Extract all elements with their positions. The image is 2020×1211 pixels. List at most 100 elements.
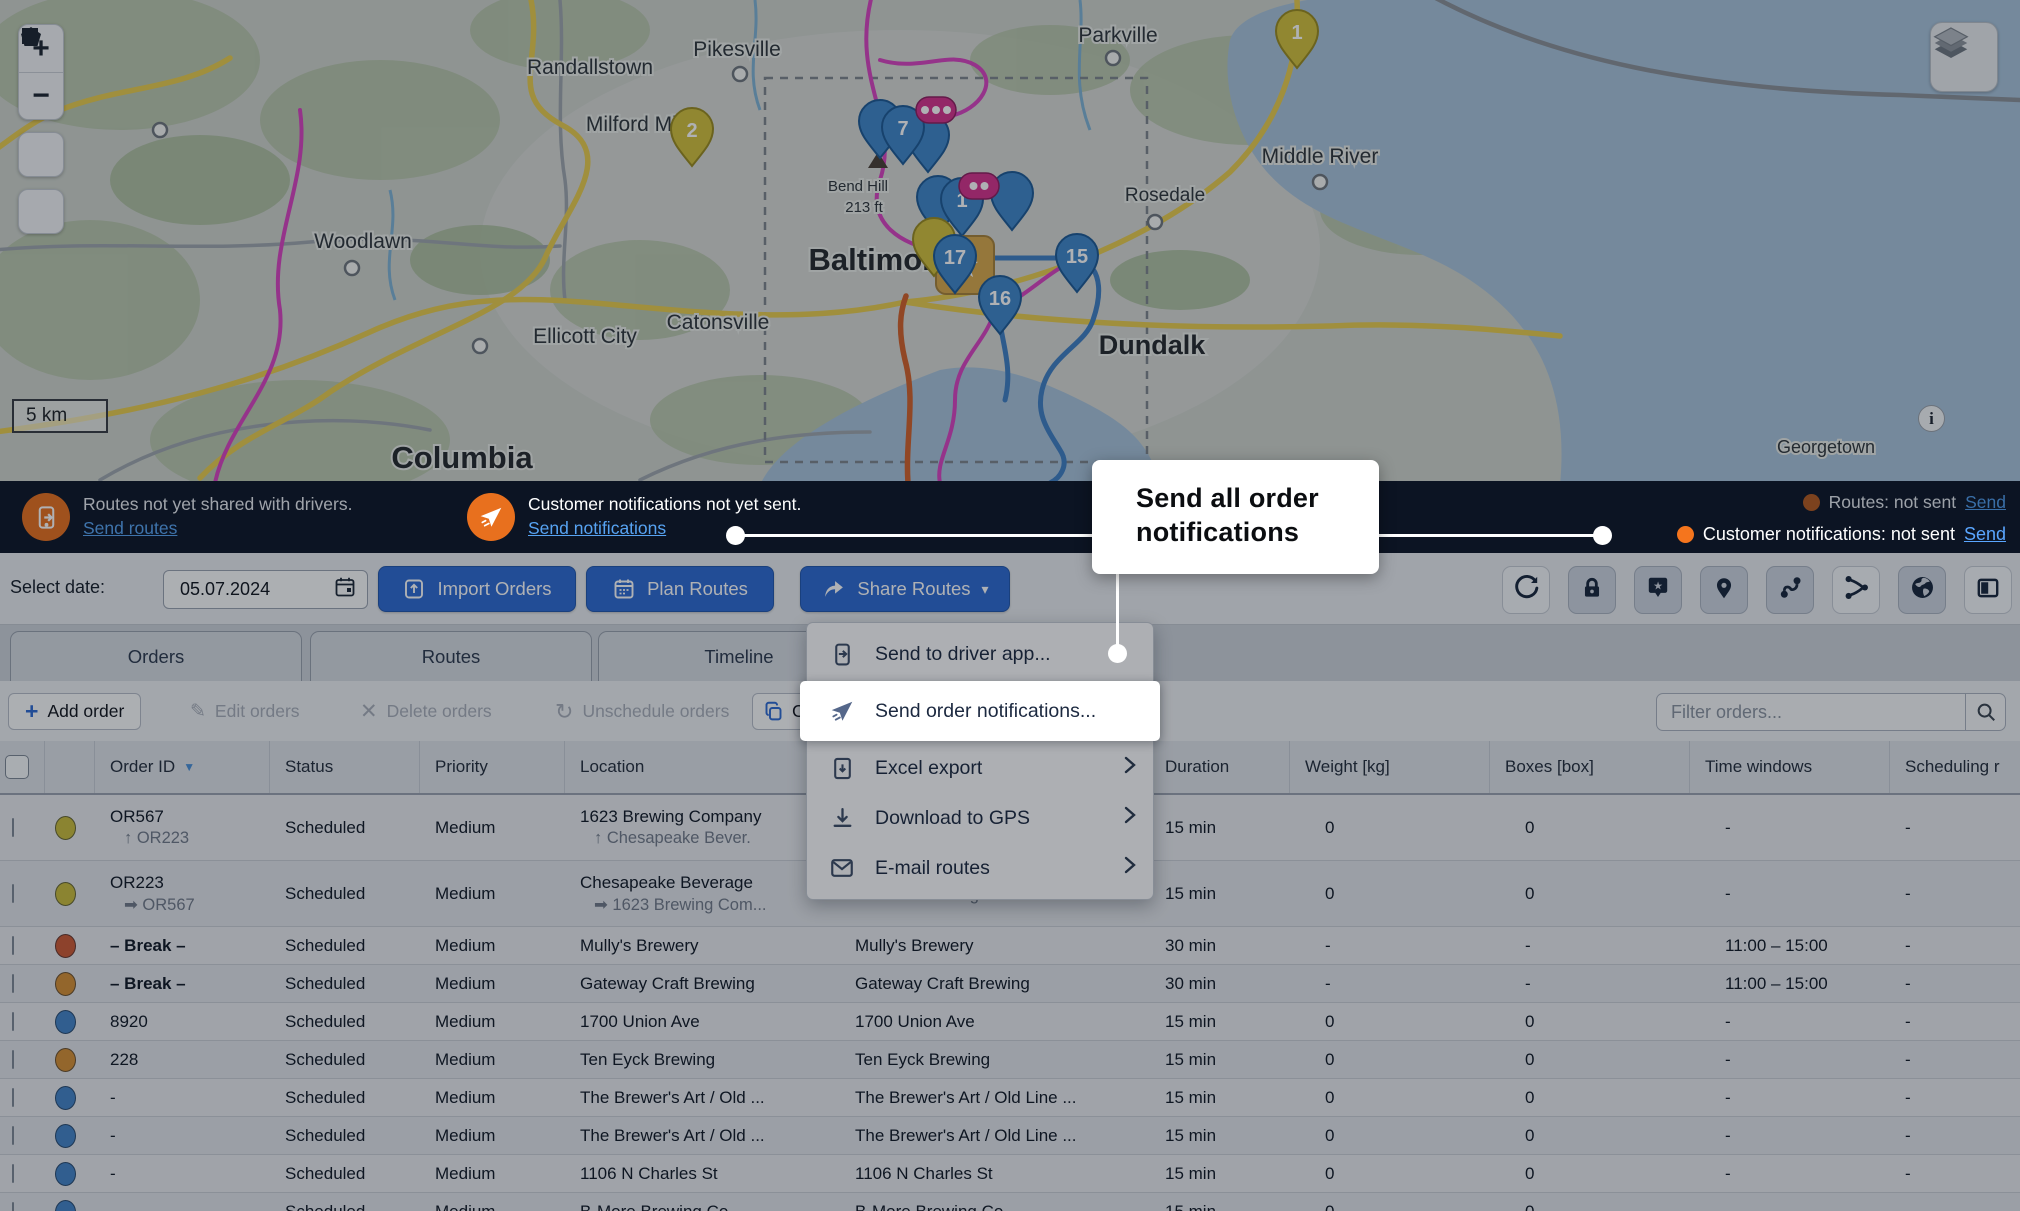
unschedule-orders-button[interactable]: ↻ Unschedule orders — [555, 693, 729, 730]
scheduling: - — [1905, 1202, 2020, 1211]
split-route-button[interactable] — [1832, 566, 1880, 614]
menu-item-send-to-driver-app[interactable]: Send to driver app... — [807, 629, 1153, 679]
col-header-weight-kg[interactable]: Weight [kg] — [1290, 741, 1490, 793]
col-header-boxes-box[interactable]: Boxes [box] — [1490, 741, 1690, 793]
paper-plane-icon — [478, 504, 504, 530]
row-checkbox[interactable] — [12, 1126, 14, 1145]
import-orders-button[interactable]: Import Orders — [378, 566, 576, 612]
table-row[interactable]: -ScheduledMedium1106 N Charles St1106 N … — [0, 1155, 2020, 1193]
table-row[interactable]: – Break –ScheduledMediumMully's BreweryM… — [0, 927, 2020, 965]
map-cluster-marker[interactable] — [916, 97, 956, 123]
route-color-dot — [55, 934, 76, 958]
svg-text:★: ★ — [1653, 580, 1663, 592]
map-layers-button[interactable] — [1930, 22, 1998, 92]
plan-calendar-icon — [612, 577, 636, 601]
boxes: 0 — [1505, 1126, 1690, 1146]
share-routes-button[interactable]: Share Routes ▾ — [800, 566, 1010, 612]
col-header-location[interactable]: Location — [565, 741, 840, 793]
lock-button[interactable] — [1568, 566, 1616, 614]
row-checkbox[interactable] — [12, 1202, 14, 1211]
row-checkbox[interactable] — [12, 1050, 14, 1069]
route-color-dot — [55, 972, 76, 996]
table-row[interactable]: -ScheduledMediumThe Brewer's Art / Old .… — [0, 1079, 2020, 1117]
location: 1623 Brewing Company — [580, 807, 840, 827]
row-checkbox[interactable] — [12, 818, 14, 837]
route-button[interactable] — [1766, 566, 1814, 614]
customers-status: Customer notifications: not sent Send — [1677, 524, 2006, 545]
caret-down-icon: ▾ — [982, 581, 989, 598]
tab-orders[interactable]: Orders — [10, 631, 302, 681]
row-checkbox[interactable] — [12, 1012, 14, 1031]
rectangle-select-button[interactable] — [18, 189, 64, 234]
delete-orders-button[interactable]: ✕ Delete orders — [360, 693, 492, 730]
col-header-duration[interactable]: Duration — [1150, 741, 1290, 793]
filter-orders-input[interactable] — [1657, 702, 1965, 723]
col-header-status[interactable]: Status — [270, 741, 420, 793]
add-order-label: Add order — [47, 701, 124, 722]
menu-item-excel-export[interactable]: Excel export — [807, 743, 1153, 793]
share-icon — [821, 577, 846, 602]
send-notifications-link[interactable]: Send notifications — [528, 518, 666, 538]
table-row[interactable]: – Break –ScheduledMediumGateway Craft Br… — [0, 965, 2020, 1003]
row-checkbox[interactable] — [12, 884, 14, 903]
map-label: Middle River — [1262, 145, 1379, 168]
search-icon[interactable] — [1965, 694, 2005, 730]
menu-item-download-to-gps[interactable]: Download to GPS — [807, 793, 1153, 843]
send-notifications-icon — [467, 493, 515, 541]
polygon-select-button[interactable] — [18, 132, 64, 177]
tour-connector-left — [735, 534, 1092, 537]
menu-item-label: Download to GPS — [875, 807, 1123, 830]
order-id: – Break – — [110, 936, 270, 956]
calendar-icon[interactable] — [333, 575, 357, 604]
menu-item-send-order-notifications[interactable]: Send order notifications... — [800, 681, 1160, 741]
boxes: 0 — [1505, 884, 1690, 904]
time-windows: - — [1705, 1126, 1890, 1146]
col-header-priority[interactable]: Priority — [420, 741, 565, 793]
svg-text:15: 15 — [1066, 246, 1088, 268]
poi-flag-button[interactable]: ★ — [1634, 566, 1682, 614]
col-header-time-windows[interactable]: Time windows — [1690, 741, 1890, 793]
table-row[interactable]: -ScheduledMediumThe Brewer's Art / Old .… — [0, 1117, 2020, 1155]
panel-button[interactable] — [1964, 566, 2012, 614]
order-priority: Medium — [435, 1088, 565, 1108]
globe-button[interactable] — [1898, 566, 1946, 614]
row-checkbox[interactable] — [12, 1164, 14, 1183]
phone-share-icon — [33, 504, 60, 531]
scheduling: - — [1905, 1164, 2020, 1184]
row-checkbox[interactable] — [12, 1088, 14, 1107]
menu-item-e-mail-routes[interactable]: E-mail routes — [807, 843, 1153, 893]
pin-button[interactable] — [1700, 566, 1748, 614]
send-routes-link[interactable]: Send routes — [83, 518, 177, 538]
weight: 0 — [1305, 1164, 1490, 1184]
col-header-scheduling-r[interactable]: Scheduling r — [1890, 741, 2020, 793]
map-info-button[interactable]: i — [1918, 405, 1945, 432]
order-priority: Medium — [435, 1050, 565, 1070]
order-id-linked: ↑ OR223 — [110, 829, 270, 848]
plus-icon: + — [25, 700, 38, 723]
select-all-checkbox[interactable] — [5, 755, 29, 779]
location: Gateway Craft Brewing — [580, 974, 840, 994]
zoom-out-button[interactable]: − — [19, 72, 63, 119]
add-order-button[interactable]: + Add order — [8, 693, 141, 730]
map-scale: 5 km — [12, 399, 108, 433]
location-linked: ➡ 1623 Brewing Com... — [580, 895, 840, 915]
col-header-order-id[interactable]: Order ID▼ — [95, 741, 270, 793]
map[interactable]: RandallstownPikesvilleParkvilleMilford M… — [0, 0, 2020, 481]
edit-orders-button[interactable]: ✎ Edit orders — [190, 693, 300, 730]
row-checkbox[interactable] — [12, 974, 14, 993]
map-cluster-marker[interactable] — [959, 173, 999, 199]
time-windows: - — [1705, 884, 1890, 904]
refresh-button[interactable] — [1502, 566, 1550, 614]
table-row[interactable]: -ScheduledMediumB-More Brewing CoB-More … — [0, 1193, 2020, 1211]
table-row[interactable]: 8920ScheduledMedium1700 Union Ave1700 Un… — [0, 1003, 2020, 1041]
customers-status-dot — [1677, 526, 1694, 543]
location-2: Ten Eyck Brewing — [855, 1050, 1150, 1070]
location: The Brewer's Art / Old ... — [580, 1088, 840, 1108]
tab-routes[interactable]: Routes — [310, 631, 592, 681]
plan-routes-button[interactable]: Plan Routes — [586, 566, 774, 612]
date-input[interactable]: 05.07.2024 — [163, 570, 368, 609]
table-row[interactable]: 228ScheduledMediumTen Eyck BrewingTen Ey… — [0, 1041, 2020, 1079]
undo-refresh-icon: ↻ — [555, 699, 573, 725]
row-checkbox[interactable] — [12, 936, 14, 955]
customers-status-send-link[interactable]: Send — [1964, 524, 2006, 545]
